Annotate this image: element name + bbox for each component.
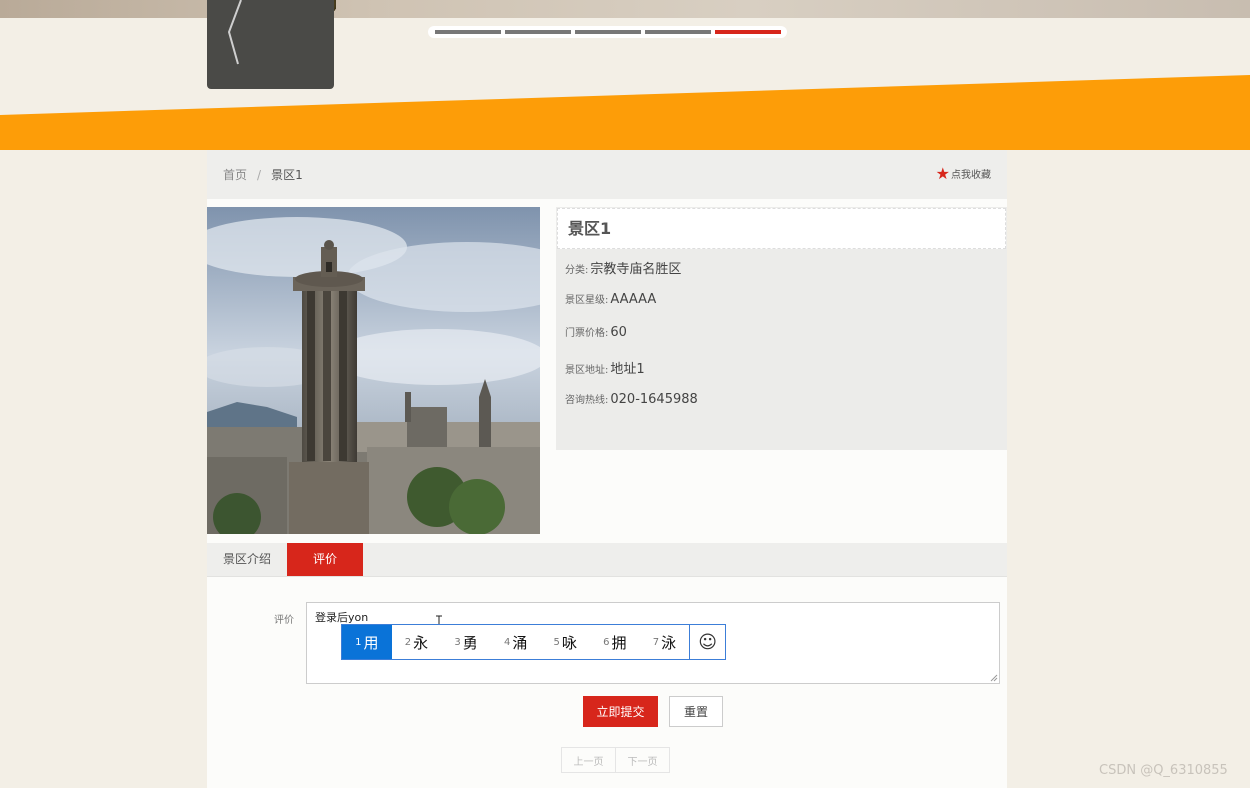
info-row-ticket-price: 门票价格: 60 [565, 324, 627, 340]
ime-candidate-char: 拥 [611, 633, 627, 652]
tab-reviews[interactable]: 评价 [287, 543, 364, 576]
scenic-detail-container: 首页 / 景区1 ★ 点我收藏 景区1 分类: 宗教寺庙名胜区 景区星级: AA… [207, 150, 1007, 788]
banner-slider-indicators [428, 26, 787, 38]
slider-dot[interactable] [574, 30, 641, 34]
slider-dot[interactable] [434, 30, 501, 34]
star-icon: ★ [935, 163, 950, 183]
prev-page-button[interactable]: 上一页 [561, 747, 616, 773]
comment-label: 评价 [274, 615, 294, 626]
breadcrumb-separator: / [257, 167, 262, 182]
info-label: 咨询热线: [565, 395, 609, 406]
ime-candidate[interactable]: 6 拥 [590, 625, 640, 659]
watermark: CSDN @Q_6310855 [1099, 763, 1228, 778]
info-row-star-level: 景区星级: AAAAA [565, 291, 656, 307]
slider-dot[interactable] [504, 30, 571, 34]
ime-candidate-number: 4 [503, 636, 511, 648]
info-row-category: 分类: 宗教寺庙名胜区 [565, 258, 681, 277]
resize-grip-icon[interactable] [990, 674, 998, 682]
info-label: 景区地址: [565, 365, 609, 376]
ime-candidate-char: 涌 [512, 633, 528, 652]
ime-candidate-char: 泳 [661, 633, 677, 652]
chevron-left-icon [227, 0, 242, 65]
scenic-photo [207, 207, 540, 534]
breadcrumb-current: 景区1 [271, 168, 303, 182]
info-label: 门票价格: [565, 328, 609, 339]
detail-tabs: 景区介绍 评价 [207, 543, 1007, 577]
scenic-photo-graphic [207, 207, 540, 534]
breadcrumb: 首页 / 景区1 ★ 点我收藏 [207, 150, 1007, 199]
ime-candidate-char: 勇 [462, 633, 478, 652]
scenic-info-panel: 景区1 分类: 宗教寺庙名胜区 景区星级: AAAAA 门票价格: 60 景区地… [556, 207, 1007, 450]
favorite-label: 点我收藏 [951, 170, 991, 181]
info-label: 景区星级: [565, 295, 609, 306]
breadcrumb-home-link[interactable]: 首页 [223, 166, 247, 183]
orange-decorative-band [0, 75, 1250, 150]
ime-candidate-number: 2 [404, 636, 412, 648]
banner-image [0, 0, 1250, 18]
ime-candidate-number: 1 [355, 636, 362, 648]
info-value: 60 [610, 325, 627, 340]
ime-candidate[interactable]: 7 泳 [640, 625, 690, 659]
slider-dot[interactable] [644, 30, 711, 34]
ime-candidate-number: 6 [603, 636, 610, 648]
pagination: 上一页 下一页 [561, 747, 670, 773]
info-label: 分类: [565, 265, 589, 276]
smiley-icon[interactable]: ☺ [689, 625, 725, 659]
ime-candidate[interactable]: 4 涌 [491, 625, 541, 659]
ime-candidate-char: 用 [363, 633, 379, 652]
ime-candidate-char: 永 [413, 633, 429, 652]
ime-candidate-bar: 1 用 2 永 3 勇 4 涌 5 咏 6 拥 7 泳 ☺ [341, 624, 726, 660]
reset-button[interactable]: 重置 [669, 696, 723, 727]
next-page-button[interactable]: 下一页 [615, 747, 670, 773]
slider-dot-active[interactable] [714, 30, 781, 34]
ime-candidate-number: 3 [454, 636, 461, 648]
ime-candidate[interactable]: 5 咏 [540, 625, 590, 659]
tab-introduction[interactable]: 景区介绍 [207, 543, 287, 576]
favorite-button[interactable]: ★ 点我收藏 [935, 163, 991, 183]
scenic-title: 景区1 [557, 208, 1006, 249]
ime-candidate-number: 7 [652, 636, 660, 648]
info-value: AAAAA [610, 292, 657, 307]
info-value: 地址1 [610, 362, 645, 377]
info-row-hotline: 咨询热线: 020-1645988 [565, 391, 698, 407]
ime-candidate-char: 咏 [561, 633, 577, 652]
info-value: 宗教寺庙名胜区 [590, 262, 682, 277]
ime-candidate[interactable]: 1 用 [342, 625, 392, 659]
ime-candidate[interactable]: 3 勇 [441, 625, 491, 659]
submit-button[interactable]: 立即提交 [583, 696, 658, 727]
info-row-address: 景区地址: 地址1 [565, 358, 645, 377]
ime-candidate-number: 5 [553, 636, 560, 648]
ime-candidate[interactable]: 2 永 [392, 625, 442, 659]
info-value: 020-1645988 [610, 392, 698, 407]
